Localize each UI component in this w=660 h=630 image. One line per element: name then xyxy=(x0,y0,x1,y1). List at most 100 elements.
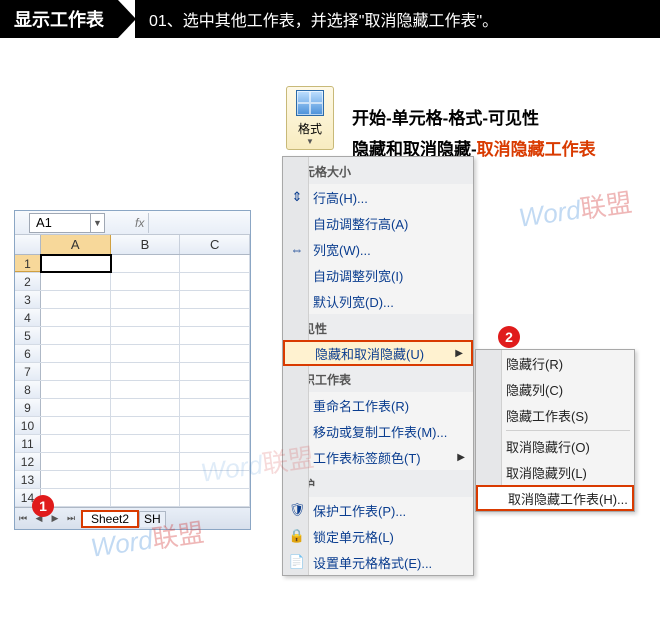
menu-item-unhide-rows[interactable]: 取消隐藏行(O) xyxy=(476,433,634,459)
column-headers: A B C xyxy=(15,235,250,255)
cell[interactable] xyxy=(111,309,181,326)
sheet-tab-sh[interactable]: SH xyxy=(139,511,166,527)
row-height-icon: ⇕ xyxy=(287,187,307,207)
col-header-b[interactable]: B xyxy=(111,235,181,254)
menu-item-default-width[interactable]: 默认列宽(D)... xyxy=(283,288,473,314)
row-header[interactable]: 7 xyxy=(15,363,41,380)
menu-item-lock-cell[interactable]: 🔒锁定单元格(L) xyxy=(283,523,473,549)
row-header[interactable]: 1 xyxy=(15,255,41,272)
fx-icon[interactable]: fx xyxy=(135,216,144,230)
row-header[interactable]: 9 xyxy=(15,399,41,416)
callout-marker-2: 2 xyxy=(498,326,520,348)
cell[interactable] xyxy=(111,381,181,398)
sheet-tab-sheet2[interactable]: Sheet2 xyxy=(81,510,139,528)
cell[interactable] xyxy=(180,471,250,488)
submenu-arrow-icon: ▶ xyxy=(455,348,463,359)
menu-item-hide-unhide[interactable]: 隐藏和取消隐藏(U)▶ xyxy=(283,340,473,366)
cell[interactable] xyxy=(111,453,181,470)
cell[interactable] xyxy=(41,345,111,362)
format-ribbon-button[interactable]: 格式 ▼ xyxy=(286,86,334,150)
menu-item-unhide-cols[interactable]: 取消隐藏列(L) xyxy=(476,459,634,485)
cell[interactable] xyxy=(41,363,111,380)
cell[interactable] xyxy=(111,417,181,434)
cell[interactable] xyxy=(41,291,111,308)
cell[interactable] xyxy=(111,255,181,272)
excel-window: A1 ▼ fx A B C 1 2 3 4 5 6 7 8 9 10 11 12… xyxy=(14,210,251,530)
header-arrow-icon xyxy=(118,0,136,38)
cell[interactable] xyxy=(111,273,181,290)
cell[interactable] xyxy=(111,471,181,488)
menu-divider xyxy=(506,430,630,431)
row-header[interactable]: 3 xyxy=(15,291,41,308)
cell[interactable] xyxy=(41,399,111,416)
row-header[interactable]: 10 xyxy=(15,417,41,434)
name-box[interactable]: A1 xyxy=(29,213,91,233)
cell[interactable] xyxy=(111,435,181,452)
cell[interactable] xyxy=(180,291,250,308)
cell-a1[interactable] xyxy=(41,255,111,272)
formula-input[interactable] xyxy=(148,213,250,233)
cell[interactable] xyxy=(41,381,111,398)
cell[interactable] xyxy=(180,309,250,326)
sheet-nav-first[interactable]: ⏮ xyxy=(15,510,31,528)
col-header-c[interactable]: C xyxy=(180,235,250,254)
row-header[interactable]: 5 xyxy=(15,327,41,344)
sheet-nav-last[interactable]: ⏭ xyxy=(63,510,79,528)
cell[interactable] xyxy=(111,291,181,308)
select-all-corner[interactable] xyxy=(15,235,41,254)
menu-item-row-height[interactable]: ⇕行高(H)... xyxy=(283,184,473,210)
cell[interactable] xyxy=(111,345,181,362)
cell[interactable] xyxy=(180,417,250,434)
cell[interactable] xyxy=(41,471,111,488)
format-button-label: 格式 xyxy=(298,120,322,137)
callout-marker-1: 1 xyxy=(32,495,54,517)
menu-item-autofit-row[interactable]: 自动调整行高(A) xyxy=(283,210,473,236)
menu-item-rename-sheet[interactable]: 重命名工作表(R) xyxy=(283,392,473,418)
cell[interactable] xyxy=(41,435,111,452)
menu-item-unhide-sheet[interactable]: 取消隐藏工作表(H)... xyxy=(476,485,634,511)
col-header-a[interactable]: A xyxy=(41,235,111,254)
cell[interactable] xyxy=(41,327,111,344)
cell[interactable] xyxy=(111,363,181,380)
cell[interactable] xyxy=(111,489,181,506)
cell[interactable] xyxy=(180,399,250,416)
row-header[interactable]: 2 xyxy=(15,273,41,290)
menu-item-col-width[interactable]: ⇔列宽(W)... xyxy=(283,236,473,262)
menu-item-autofit-col[interactable]: 自动调整列宽(I) xyxy=(283,262,473,288)
cell[interactable] xyxy=(180,255,250,272)
menu-item-hide-sheet[interactable]: 隐藏工作表(S) xyxy=(476,402,634,428)
menu-item-hide-rows[interactable]: 隐藏行(R) xyxy=(476,350,634,376)
cell[interactable] xyxy=(41,417,111,434)
cell[interactable] xyxy=(180,273,250,290)
row-header[interactable]: 6 xyxy=(15,345,41,362)
row-header[interactable]: 13 xyxy=(15,471,41,488)
cell[interactable] xyxy=(41,309,111,326)
name-box-dropdown[interactable]: ▼ xyxy=(91,213,105,233)
cell[interactable] xyxy=(180,435,250,452)
cell[interactable] xyxy=(180,363,250,380)
breadcrumb: 开始-单元格-格式-可见性 隐藏和取消隐藏-取消隐藏工作表 xyxy=(352,104,596,160)
cell[interactable] xyxy=(180,381,250,398)
row-header[interactable]: 11 xyxy=(15,435,41,452)
cell[interactable] xyxy=(41,273,111,290)
menu-item-move-copy-sheet[interactable]: 移动或复制工作表(M)... xyxy=(283,418,473,444)
cell[interactable] xyxy=(180,327,250,344)
chevron-down-icon: ▼ xyxy=(306,137,314,146)
format-grid-icon xyxy=(296,90,324,116)
row-header[interactable]: 4 xyxy=(15,309,41,326)
formula-bar: A1 ▼ fx xyxy=(15,211,250,235)
cell[interactable] xyxy=(180,453,250,470)
menu-item-protect-sheet[interactable]: 🛡保护工作表(P)... xyxy=(283,497,473,523)
menu-item-tab-color[interactable]: 工作表标签颜色(T)▶ xyxy=(283,444,473,470)
cell[interactable] xyxy=(111,399,181,416)
cell[interactable] xyxy=(41,453,111,470)
submenu-arrow-icon: ▶ xyxy=(457,452,465,463)
cell[interactable] xyxy=(180,345,250,362)
menu-item-hide-cols[interactable]: 隐藏列(C) xyxy=(476,376,634,402)
menu-item-format-cells[interactable]: 📄设置单元格格式(E)... xyxy=(283,549,473,575)
cell[interactable] xyxy=(180,489,250,506)
hide-unhide-submenu: 隐藏行(R) 隐藏列(C) 隐藏工作表(S) 取消隐藏行(O) 取消隐藏列(L)… xyxy=(475,349,635,512)
row-header[interactable]: 8 xyxy=(15,381,41,398)
cell[interactable] xyxy=(111,327,181,344)
row-header[interactable]: 12 xyxy=(15,453,41,470)
